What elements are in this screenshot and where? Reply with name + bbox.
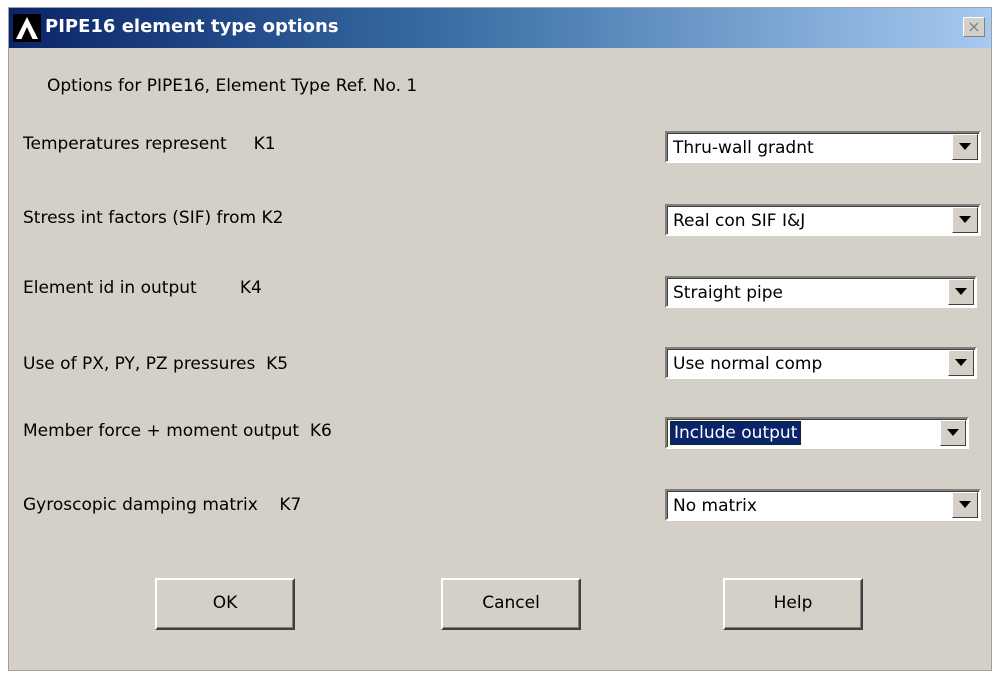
dialog-window: PIPE16 element type options × Options fo… [8, 7, 992, 671]
select-k2-value: Real con SIF I&J [673, 211, 806, 231]
chevron-down-icon [959, 501, 971, 508]
cancel-button[interactable]: Cancel [441, 578, 581, 630]
dropdown-button-k6[interactable] [940, 420, 966, 446]
chevron-down-icon [955, 359, 967, 366]
option-label-k2: Stress int factors (SIF) from K2 [23, 208, 284, 228]
title-bar[interactable]: PIPE16 element type options × [9, 8, 991, 48]
select-k5[interactable]: Use normal comp [665, 347, 977, 379]
dropdown-button-k4[interactable] [948, 279, 974, 305]
option-label-k1: Temperatures represent K1 [23, 134, 276, 154]
chevron-down-icon [947, 429, 959, 436]
close-icon: × [967, 17, 981, 36]
chevron-down-icon [959, 143, 971, 150]
select-k6[interactable]: Include output [665, 417, 969, 449]
ok-button[interactable]: OK [155, 578, 295, 630]
dropdown-button-k7[interactable] [952, 492, 978, 518]
select-k4[interactable]: Straight pipe [665, 276, 977, 308]
dropdown-button-k5[interactable] [948, 350, 974, 376]
options-subtitle: Options for PIPE16, Element Type Ref. No… [47, 76, 418, 96]
option-label-k4: Element id in output K4 [23, 278, 262, 298]
dropdown-button-k2[interactable] [952, 207, 978, 233]
option-label-k5: Use of PX, PY, PZ pressures K5 [23, 354, 289, 374]
ansys-logo-icon [13, 14, 41, 42]
select-k7-value: No matrix [673, 496, 757, 516]
close-button[interactable]: × [963, 17, 985, 37]
select-k7[interactable]: No matrix [665, 489, 981, 521]
option-label-k6: Member force + moment output K6 [23, 421, 332, 441]
dropdown-button-k1[interactable] [952, 134, 978, 160]
window-title: PIPE16 element type options [45, 16, 339, 37]
select-k2[interactable]: Real con SIF I&J [665, 204, 981, 236]
option-label-k7: Gyroscopic damping matrix K7 [23, 495, 302, 515]
select-k4-value: Straight pipe [673, 283, 783, 303]
chevron-down-icon [955, 288, 967, 295]
help-button[interactable]: Help [723, 578, 863, 630]
chevron-down-icon [959, 216, 971, 223]
select-k6-value: Include output [668, 420, 803, 446]
select-k1-value: Thru-wall gradnt [673, 138, 814, 158]
select-k1[interactable]: Thru-wall gradnt [665, 131, 981, 163]
select-k5-value: Use normal comp [673, 354, 823, 374]
